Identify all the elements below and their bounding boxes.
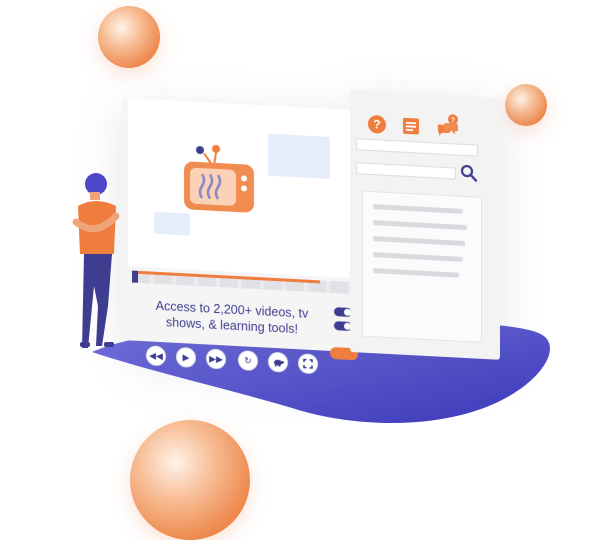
fullscreen-icon[interactable] <box>298 353 318 375</box>
rewind-icon[interactable]: ◀◀ <box>146 345 166 367</box>
orange-orb-right <box>505 84 547 126</box>
app-window: Access to 2,200+ videos, tv shows, & lea… <box>122 78 500 375</box>
caption-text: Access to 2,200+ videos, tv shows, & lea… <box>155 298 309 337</box>
search-icon[interactable] <box>460 164 478 183</box>
content-line <box>373 236 465 246</box>
orange-orb-bottom <box>130 420 250 540</box>
video-player-panel: Access to 2,200+ videos, tv shows, & lea… <box>122 98 358 375</box>
content-line <box>373 204 463 214</box>
content-line <box>373 268 459 278</box>
person-illustration <box>72 173 120 348</box>
fast-forward-icon[interactable]: ▶▶ <box>206 348 226 370</box>
content-line <box>373 220 467 231</box>
video-area[interactable] <box>128 98 352 279</box>
sidebar-content-card <box>362 190 482 343</box>
sidebar-panel: ? ? <box>350 89 500 360</box>
play-icon[interactable]: ▶ <box>176 346 196 368</box>
tv-icon <box>184 144 254 213</box>
speech-bubble-small <box>154 211 190 236</box>
speech-bubble-large <box>268 133 330 179</box>
search-input[interactable] <box>356 162 456 180</box>
loop-icon[interactable]: ↻ <box>238 350 258 372</box>
text-field-1[interactable] <box>356 138 478 157</box>
chat-icon[interactable]: ? <box>436 112 460 137</box>
notes-icon[interactable] <box>402 117 420 136</box>
turtle-icon[interactable] <box>268 351 288 373</box>
content-line <box>373 252 463 262</box>
orange-orb-top <box>98 6 160 68</box>
help-icon[interactable]: ? <box>368 114 386 134</box>
